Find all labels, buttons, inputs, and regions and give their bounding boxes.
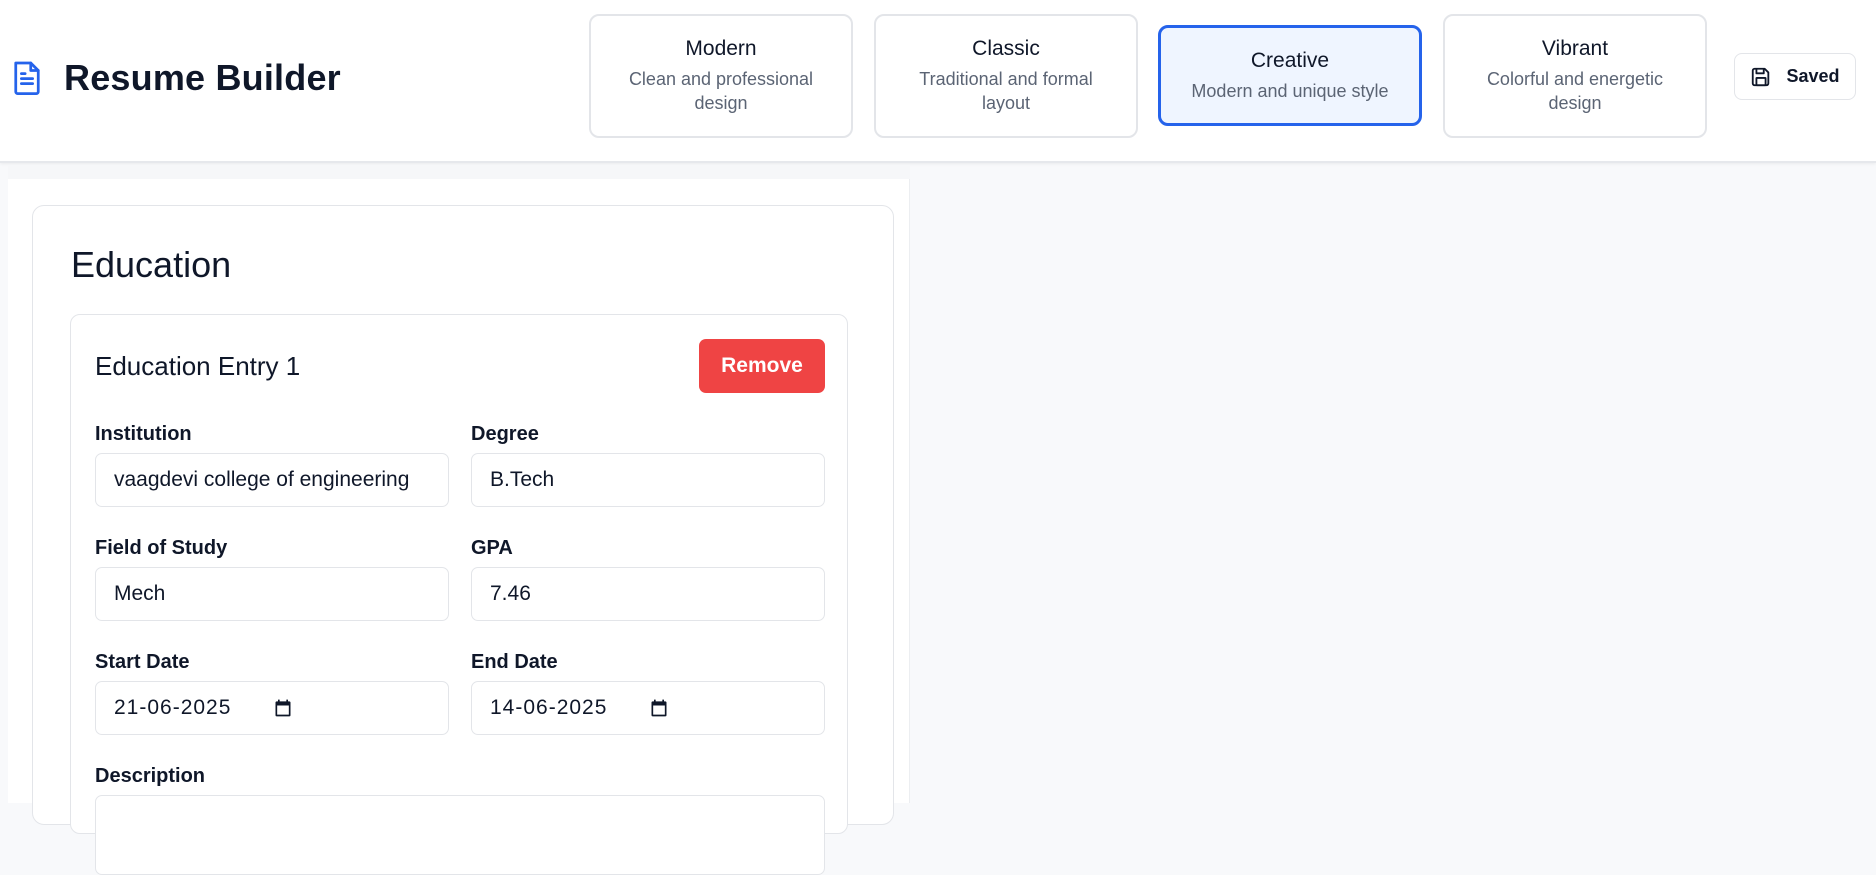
start-date-label: Start Date — [95, 651, 190, 673]
save-icon — [1752, 67, 1770, 86]
template-description: Modern and unique style — [1191, 80, 1389, 101]
degree-field[interactable]: B.Tech — [471, 453, 825, 507]
template-name: Vibrant — [1541, 37, 1609, 60]
panel-top-strip — [8, 165, 910, 179]
saved-label: Saved — [1786, 66, 1840, 86]
field-of-study-label: Field of Study — [95, 537, 228, 559]
degree-label: Degree — [471, 423, 539, 445]
editor-panel: Education Education Entry 1 Remove Insti… — [8, 165, 910, 875]
remove-button[interactable]: Remove — [699, 339, 825, 393]
template-description: Clean and professional design — [628, 69, 814, 113]
brand: Resume Builder — [12, 57, 341, 99]
start-date-field[interactable]: 21-06-2025 — [95, 681, 449, 735]
template-name: Creative — [1250, 48, 1330, 72]
template-name: Modern — [685, 37, 757, 60]
gpa-field[interactable]: 7.46 — [471, 567, 825, 621]
end-date-label: End Date — [471, 651, 558, 673]
description-label: Description — [95, 765, 206, 787]
entry-title: Education Entry 1 — [95, 351, 301, 381]
calendar-icon[interactable] — [649, 698, 669, 718]
education-entry: Education Entry 1 Remove Institution vaa… — [70, 314, 848, 875]
template-name: Classic — [972, 37, 1040, 60]
template-card-vibrant[interactable]: Vibrant Colorful and energetic design — [1443, 14, 1707, 138]
education-section: Education Education Entry 1 Remove Insti… — [32, 205, 894, 875]
template-description: Traditional and formal layout — [919, 69, 1093, 113]
institution-label: Institution — [95, 423, 192, 445]
app-title: Resume Builder — [64, 57, 341, 98]
calendar-icon[interactable] — [273, 698, 293, 718]
document-icon — [14, 61, 40, 95]
institution-field[interactable]: vaagdevi college of engineering — [95, 453, 449, 507]
template-description: Colorful and energetic design — [1486, 69, 1664, 113]
end-date-value: 14-06-2025 — [490, 696, 608, 719]
template-card-classic[interactable]: Classic Traditional and formal layout — [874, 14, 1138, 138]
section-title: Education — [71, 244, 232, 285]
template-card-modern[interactable]: Modern Clean and professional design — [589, 14, 853, 138]
field-of-study-field[interactable]: Mech — [95, 567, 449, 621]
start-date-value: 21-06-2025 — [114, 696, 232, 719]
template-card-creative[interactable]: Creative Modern and unique style — [1158, 25, 1422, 126]
gpa-label: GPA — [471, 537, 513, 559]
end-date-field[interactable]: 14-06-2025 — [471, 681, 825, 735]
description-field[interactable] — [95, 795, 825, 875]
saved-button[interactable]: Saved — [1734, 53, 1856, 100]
top-header: Resume Builder Modern Clean and professi… — [0, 0, 1876, 163]
